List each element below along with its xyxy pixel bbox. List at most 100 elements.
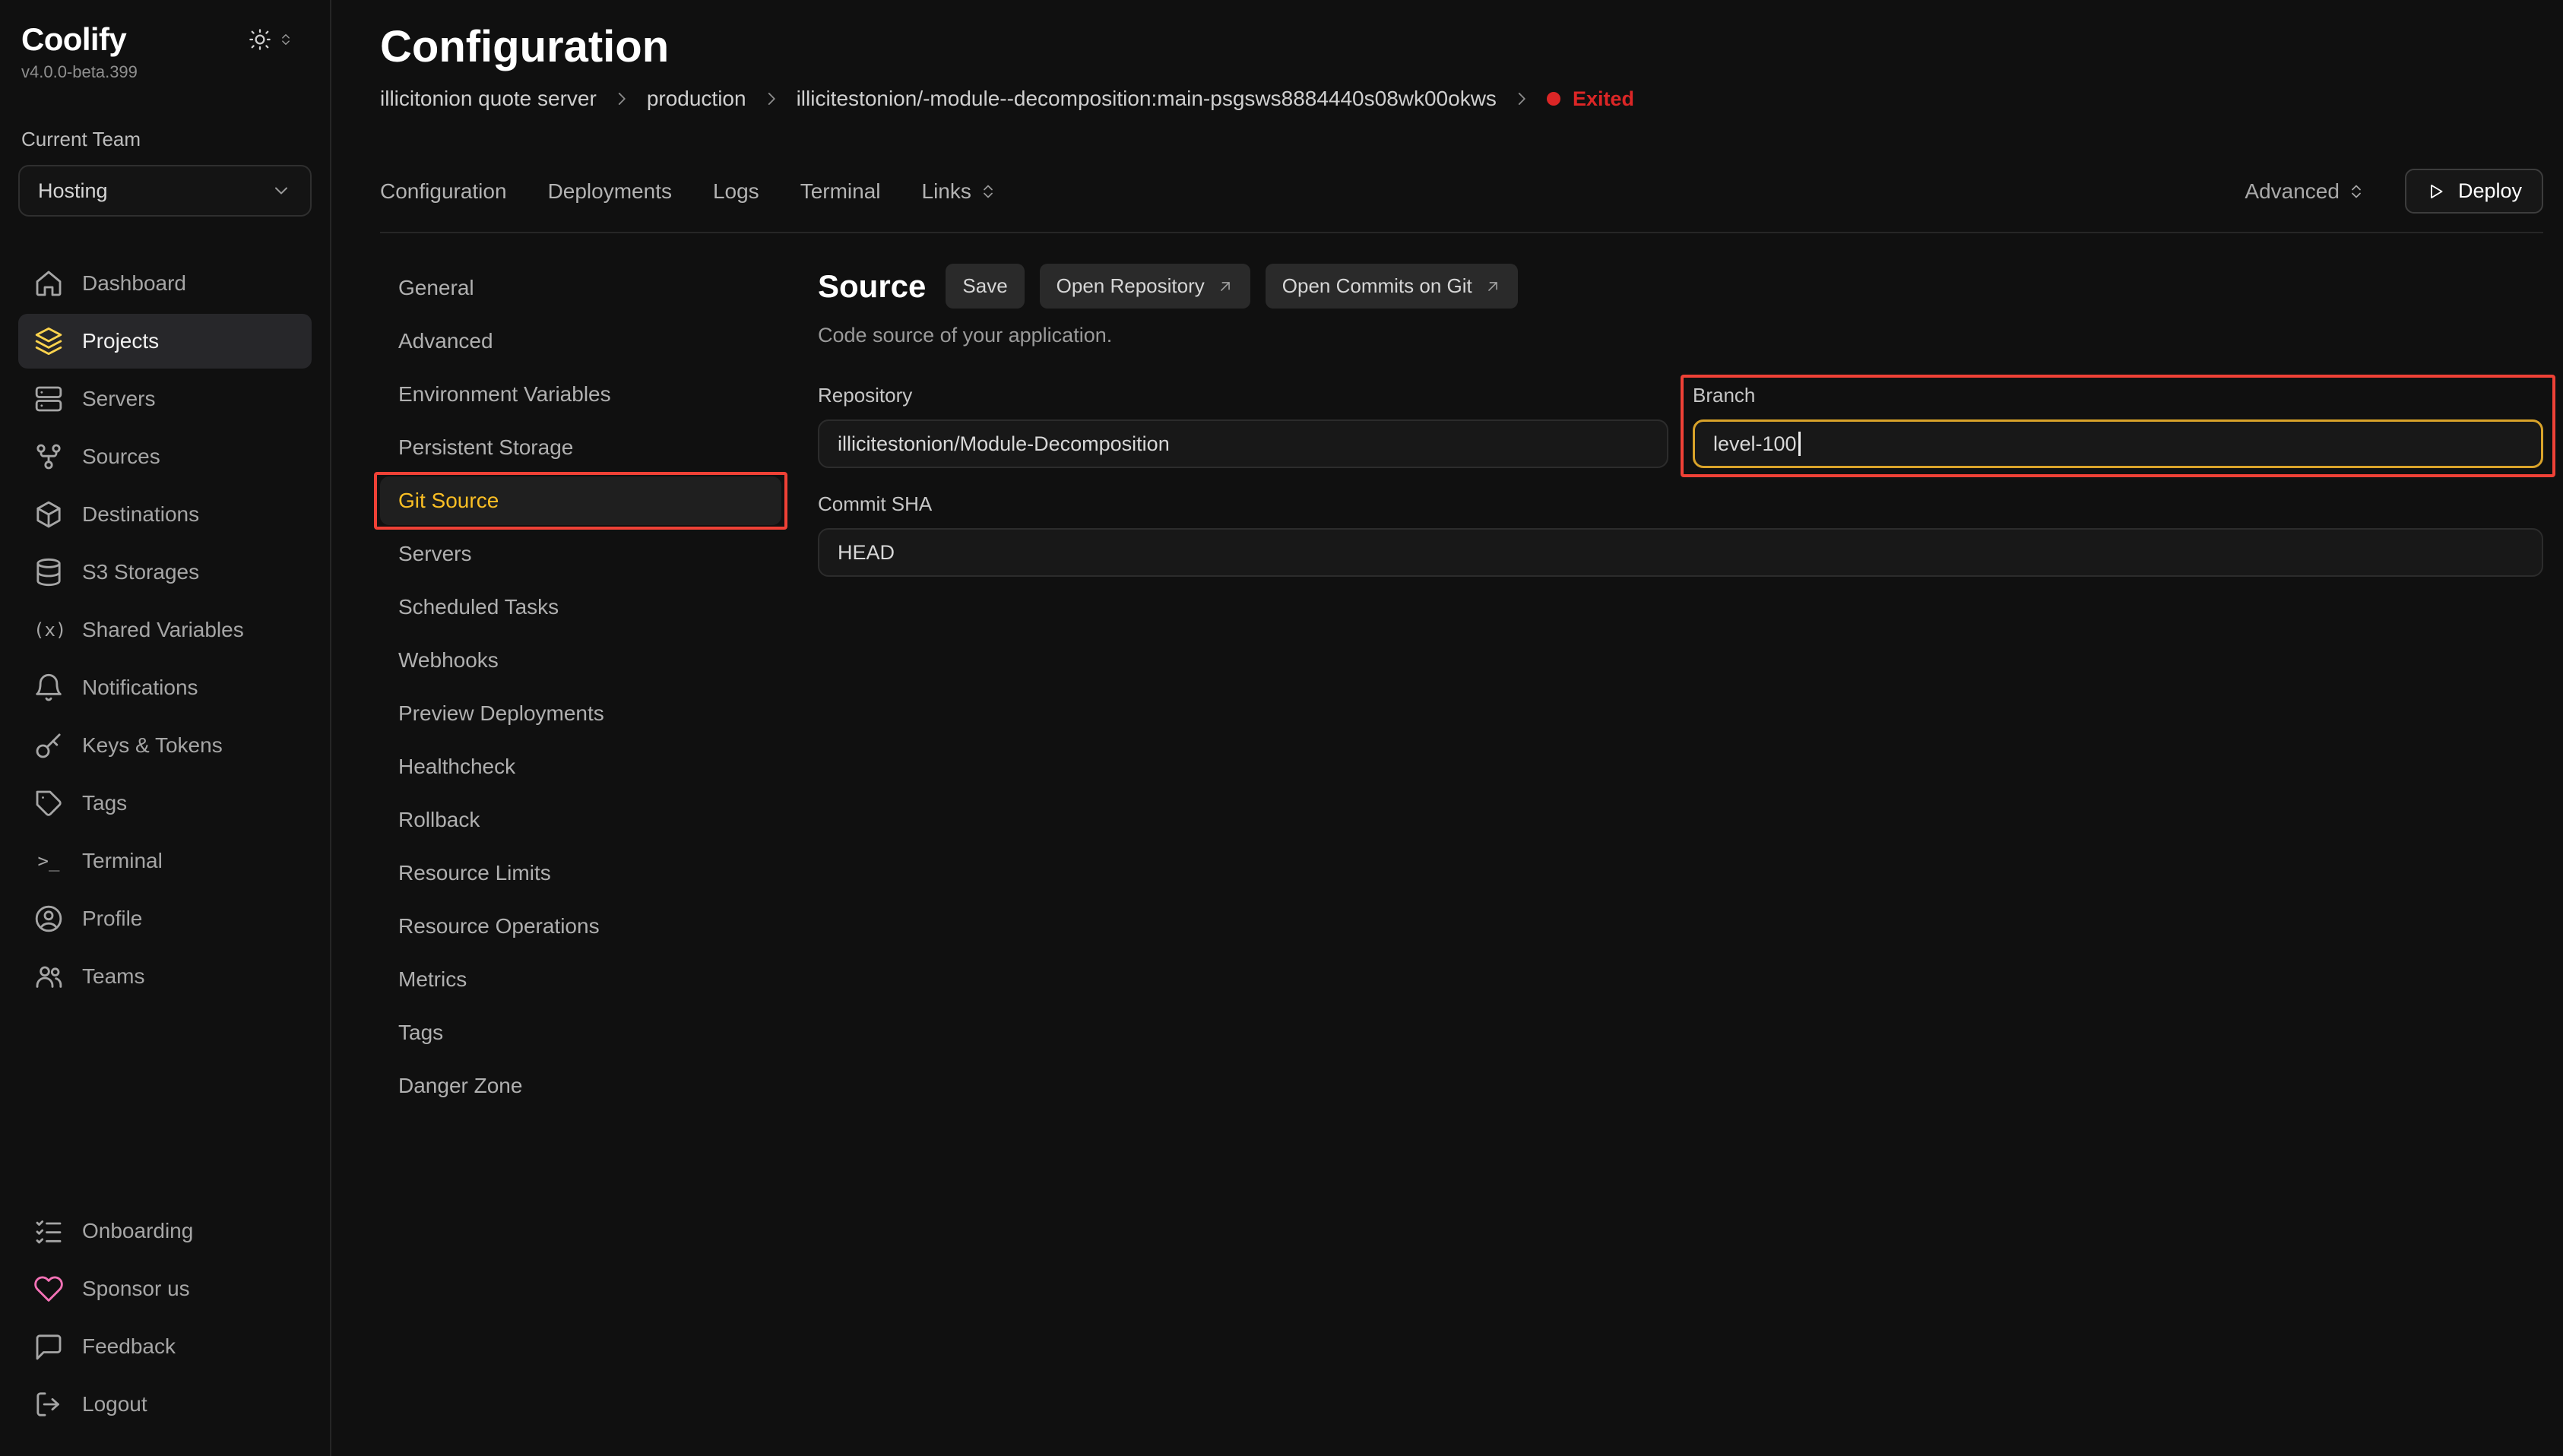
tab-bar: Configuration Deployments Logs Terminal …	[380, 169, 2543, 214]
config-nav-item-resource-operations[interactable]: Resource Operations	[380, 902, 781, 951]
config-nav-item-persistent-storage[interactable]: Persistent Storage	[380, 423, 781, 472]
layers-icon	[33, 326, 64, 356]
sidebar-item-sponsor-us[interactable]: Sponsor us	[18, 1261, 312, 1316]
config-nav-item-environment-variables[interactable]: Environment Variables	[380, 370, 781, 419]
sidebar-item-feedback[interactable]: Feedback	[18, 1319, 312, 1374]
deploy-button[interactable]: Deploy	[2405, 169, 2543, 214]
config-nav-item-resource-limits[interactable]: Resource Limits	[380, 849, 781, 897]
config-nav-item-danger-zone[interactable]: Danger Zone	[380, 1062, 781, 1110]
team-select-value: Hosting	[38, 179, 108, 203]
branch-field: Branch level-100	[1693, 384, 2543, 468]
sidebar-item-label: Sources	[82, 445, 160, 469]
breadcrumb-resource[interactable]: illicitestonion/-module--decomposition:m…	[797, 87, 1497, 111]
advanced-dropdown[interactable]: Advanced	[2245, 179, 2365, 204]
config-nav-item-advanced[interactable]: Advanced	[380, 317, 781, 366]
config-nav-item-scheduled-tasks[interactable]: Scheduled Tasks	[380, 583, 781, 631]
git-fork-icon	[33, 442, 64, 472]
save-button[interactable]: Save	[946, 264, 1024, 309]
open-commits-button[interactable]: Open Commits on Git	[1266, 264, 1518, 309]
commit-sha-label: Commit SHA	[818, 492, 2543, 516]
sidebar-item-label: Keys & Tokens	[82, 733, 223, 758]
external-link-icon	[1484, 278, 1501, 295]
sidebar-item-label: Onboarding	[82, 1219, 193, 1243]
sun-icon	[248, 27, 272, 52]
sidebar: Coolify v4.0.0-beta.399 Current Team Hos…	[0, 0, 331, 1456]
commit-sha-value: HEAD	[838, 541, 895, 565]
sidebar-item-label: Tags	[82, 791, 127, 815]
tab-logs[interactable]: Logs	[713, 179, 759, 204]
chevron-right-icon	[1512, 89, 1532, 109]
tab-deployments[interactable]: Deployments	[548, 179, 672, 204]
commit-sha-field: Commit SHA HEAD	[818, 492, 2543, 577]
chevrons-up-down-icon	[2347, 182, 2365, 201]
commit-sha-input[interactable]: HEAD	[818, 528, 2543, 577]
chevron-down-icon	[271, 180, 292, 201]
tabbar-divider	[380, 232, 2543, 233]
breadcrumb-project[interactable]: illicitonion quote server	[380, 87, 597, 111]
sidebar-item-sources[interactable]: Sources	[18, 429, 312, 484]
sidebar-item-destinations[interactable]: Destinations	[18, 487, 312, 542]
status-dot-icon	[1547, 92, 1560, 106]
config-nav-item-general[interactable]: General	[380, 264, 781, 312]
sidebar-item-s3-storages[interactable]: S3 Storages	[18, 545, 312, 600]
branch-input[interactable]: level-100	[1693, 419, 2543, 468]
config-nav-item-tags[interactable]: Tags	[380, 1008, 781, 1057]
repository-input[interactable]: illicitestonion/Module-Decomposition	[818, 419, 1668, 468]
sidebar-item-dashboard[interactable]: Dashboard	[18, 256, 312, 311]
source-description: Code source of your application.	[818, 324, 2543, 347]
breadcrumb: illicitonion quote server production ill…	[380, 87, 2543, 111]
config-nav-item-rollback[interactable]: Rollback	[380, 796, 781, 844]
open-repository-button[interactable]: Open Repository	[1040, 264, 1250, 309]
sidebar-item-notifications[interactable]: Notifications	[18, 660, 312, 715]
config-nav-item-preview-deployments[interactable]: Preview Deployments	[380, 689, 781, 738]
sidebar-item-onboarding[interactable]: Onboarding	[18, 1204, 312, 1258]
sidebar-item-tags[interactable]: Tags	[18, 776, 312, 831]
home-icon	[33, 268, 64, 299]
config-nav-item-healthcheck[interactable]: Healthcheck	[380, 742, 781, 791]
variable-icon: (x)	[33, 619, 64, 641]
terminal-icon: >_	[33, 850, 64, 872]
sidebar-item-label: Terminal	[82, 849, 163, 873]
tab-terminal[interactable]: Terminal	[800, 179, 881, 204]
current-team-label: Current Team	[18, 128, 312, 151]
chevrons-up-down-icon	[278, 32, 293, 47]
sidebar-item-servers[interactable]: Servers	[18, 372, 312, 426]
sidebar-item-label: Shared Variables	[82, 618, 244, 642]
sidebar-item-label: Feedback	[82, 1334, 176, 1359]
main-content: Configuration illicitonion quote server …	[331, 0, 2563, 1456]
sidebar-item-label: Teams	[82, 964, 144, 989]
sidebar-item-label: Sponsor us	[82, 1277, 190, 1301]
sidebar-item-label: Notifications	[82, 676, 198, 700]
team-select[interactable]: Hosting	[18, 165, 312, 217]
sidebar-item-keys-tokens[interactable]: Keys & Tokens	[18, 718, 312, 773]
page-title: Configuration	[380, 21, 2543, 73]
sidebar-item-teams[interactable]: Teams	[18, 949, 312, 1004]
sidebar-item-label: Projects	[82, 329, 159, 353]
user-circle-icon	[33, 904, 64, 934]
tab-configuration[interactable]: Configuration	[380, 179, 507, 204]
sidebar-item-profile[interactable]: Profile	[18, 891, 312, 946]
config-nav-item-webhooks[interactable]: Webhooks	[380, 636, 781, 685]
play-icon	[2426, 182, 2446, 201]
config-nav-item-git-source[interactable]: Git Source	[380, 476, 781, 525]
sidebar-item-terminal[interactable]: >_ Terminal	[18, 834, 312, 888]
sidebar-item-logout[interactable]: Logout	[18, 1377, 312, 1432]
logo-row: Coolify	[18, 21, 312, 58]
source-panel-header: Source Save Open Repository Open Commits…	[818, 264, 2543, 309]
branch-value: level-100	[1713, 432, 1797, 456]
config-nav-item-servers[interactable]: Servers	[380, 530, 781, 578]
chevron-right-icon	[762, 89, 781, 109]
package-icon	[33, 499, 64, 530]
tab-bar-right: Advanced Deploy	[2245, 169, 2543, 214]
breadcrumb-environment[interactable]: production	[647, 87, 746, 111]
config-nav-item-metrics[interactable]: Metrics	[380, 955, 781, 1004]
tab-links[interactable]: Links	[922, 179, 997, 204]
chevrons-up-down-icon	[979, 182, 997, 201]
sidebar-item-shared-variables[interactable]: (x) Shared Variables	[18, 603, 312, 657]
sidebar-item-projects[interactable]: Projects	[18, 314, 312, 369]
external-link-icon	[1217, 278, 1234, 295]
theme-toggle[interactable]	[248, 27, 293, 52]
bell-icon	[33, 673, 64, 703]
sidebar-item-label: Dashboard	[82, 271, 186, 296]
sidebar-item-label: S3 Storages	[82, 560, 199, 584]
